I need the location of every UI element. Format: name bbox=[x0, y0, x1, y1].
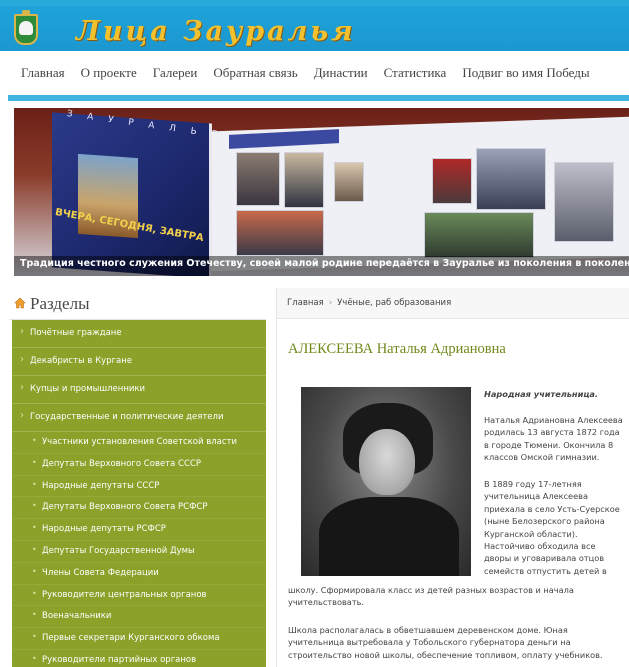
submenu-item[interactable]: Военачальники bbox=[12, 606, 266, 629]
book-photo bbox=[432, 158, 472, 204]
article-paragraph-continued: школу. Сформировала класс из детей разны… bbox=[288, 585, 574, 608]
article-paragraph: Наталья Адриановна Алексеева родилась 13… bbox=[484, 415, 623, 463]
nav-item[interactable]: О проекте bbox=[81, 65, 137, 81]
nav-item[interactable]: Галереи bbox=[153, 65, 198, 81]
sections-menu: Почётные гражданеДекабристы в КурганеКуп… bbox=[12, 320, 266, 667]
nav-item[interactable]: Династии bbox=[314, 65, 368, 81]
menu-item[interactable]: Декабристы в Кургане bbox=[12, 348, 266, 376]
site-title[interactable]: Лица Зауралья bbox=[76, 16, 356, 47]
submenu-item[interactable]: Участники установления Советской власти bbox=[12, 432, 266, 454]
nav-item[interactable]: Обратная связь bbox=[213, 65, 297, 81]
menu-item[interactable]: Государственные и политические деятели bbox=[12, 404, 266, 432]
book-photo bbox=[236, 210, 324, 256]
main-nav: Главная О проекте Галереи Обратная связь Дин… bbox=[8, 51, 629, 95]
portrait-face bbox=[359, 429, 415, 495]
article-paragraph: В 1889 году 17-летняя учительница Алексе… bbox=[484, 479, 620, 576]
book-photo bbox=[284, 152, 324, 208]
page-title: АЛЕКСЕЕВА Наталья Адриановна bbox=[288, 341, 506, 357]
article-lead: Народная учительница. bbox=[484, 389, 599, 399]
banner-caption: Традиция честного служения Отечеству, св… bbox=[20, 258, 629, 269]
nav-item[interactable]: Подвиг во имя Победы bbox=[462, 65, 589, 81]
submenu-item[interactable]: Народные депутаты РСФСР bbox=[12, 519, 266, 541]
menu-item[interactable]: Почётные граждане bbox=[12, 320, 266, 348]
breadcrumb-current: Учёные, раб образования bbox=[337, 298, 452, 308]
sidebar-title: Разделы bbox=[30, 294, 90, 313]
book-photo bbox=[424, 212, 534, 258]
menu-item[interactable]: Купцы и промышленники bbox=[12, 376, 266, 404]
book-photo bbox=[554, 162, 614, 242]
nav-item[interactable]: Статистика bbox=[384, 65, 447, 81]
portrait-photo bbox=[301, 387, 471, 576]
nav-item[interactable]: Главная bbox=[21, 65, 65, 81]
submenu-item[interactable]: Народные депутаты СССР bbox=[12, 476, 266, 498]
portrait-body bbox=[319, 497, 459, 576]
nav-divider bbox=[8, 95, 629, 101]
home-icon bbox=[14, 297, 26, 309]
book-photo bbox=[334, 162, 364, 202]
submenu-item[interactable]: Первые секретари Курганского обкома bbox=[12, 628, 266, 650]
book-photo bbox=[476, 148, 546, 210]
submenu-item[interactable]: Депутаты Государственной Думы bbox=[12, 541, 266, 563]
sidebar: Разделы Почётные гражданеДекабристы в Ку… bbox=[9, 288, 266, 667]
submenu-item[interactable]: Руководители партийных органов bbox=[12, 650, 266, 667]
submenu-item[interactable]: Члены Совета Федерации bbox=[12, 563, 266, 585]
sidebar-header: Разделы bbox=[9, 288, 266, 320]
coat-of-arms-icon[interactable] bbox=[14, 10, 38, 45]
site-header: Лица Зауралья bbox=[0, 0, 629, 51]
hero-banner: З А У Р А Л Ь Е ВЧЕРА, СЕГОДНЯ, ЗАВТРА Т… bbox=[14, 108, 629, 276]
article-paragraph: Школа располагалась в обветшавшем дереве… bbox=[288, 625, 603, 660]
submenu-item[interactable]: Депутаты Верховного Совета РСФСР bbox=[12, 497, 266, 520]
breadcrumb-separator-icon: › bbox=[328, 298, 333, 308]
book-photo bbox=[236, 152, 280, 206]
main-content: Главная › Учёные, раб образования АЛЕКСЕЕВ… bbox=[276, 288, 629, 667]
submenu-item[interactable]: Руководители центральных органов bbox=[12, 585, 266, 607]
submenu-item[interactable]: Депутаты Верховного Совета СССР bbox=[12, 454, 266, 476]
breadcrumb: Главная › Учёные, раб образования bbox=[277, 288, 629, 319]
breadcrumb-home-link[interactable]: Главная bbox=[287, 298, 324, 308]
